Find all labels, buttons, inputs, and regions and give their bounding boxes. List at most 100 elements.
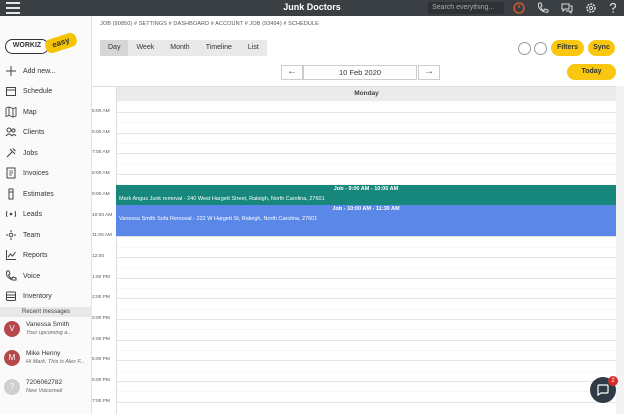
sidebar-item-invoices[interactable]: Invoices xyxy=(0,164,92,182)
hour-gridline xyxy=(117,132,617,134)
prev-date-button[interactable]: ← xyxy=(281,65,303,80)
breadcrumb[interactable]: JOB (90850) # SETTINGS # DASHBOARD # ACC… xyxy=(100,21,319,27)
reports-icon xyxy=(6,250,16,260)
calendar-icon xyxy=(6,87,16,96)
sidebar-item-label: Estimates xyxy=(23,190,54,198)
calendar-grid[interactable] xyxy=(116,101,617,414)
time-label: 4:00 PM xyxy=(92,336,110,342)
sidebar-item-inventory[interactable]: Inventory xyxy=(0,287,92,305)
phone-icon xyxy=(6,270,17,281)
half-hour-gridline xyxy=(117,246,617,248)
tab-day[interactable]: Day xyxy=(100,40,129,56)
sidebar-item-clients[interactable]: Clients xyxy=(0,123,92,141)
event-description: Vanessa Smith Sofa Removal - 222 W Harge… xyxy=(119,216,318,222)
invoice-icon xyxy=(6,167,16,179)
half-hour-gridline xyxy=(117,267,617,269)
tab-list[interactable]: List xyxy=(240,40,267,56)
estimate-icon xyxy=(8,188,14,200)
half-hour-gridline xyxy=(117,101,617,103)
time-label: 5:00 AM xyxy=(92,109,110,114)
sidebar-item-jobs[interactable]: Jobs xyxy=(0,144,92,162)
time-column: 5:00 AM 6:00 AM 7:00 AM 8:00 AM 9:00 AM 10:00… xyxy=(92,101,116,414)
day-header: Monday xyxy=(116,87,616,101)
sidebar-item-label: Invoices xyxy=(23,169,49,177)
leads-icon xyxy=(6,210,16,218)
time-label: 3:00 PM xyxy=(92,316,110,321)
avatar: V xyxy=(4,321,20,337)
sidebar-item-leads[interactable]: Leads xyxy=(0,205,92,223)
message-preview: Your upcoming a... xyxy=(26,330,72,336)
message-sender: Vanessa Smith xyxy=(26,321,70,328)
calendar-event[interactable]: Job - 9:00 AM - 10:00 AM Mark Angus Junk… xyxy=(116,185,616,205)
half-hour-gridline xyxy=(117,143,617,145)
logo-text: WORKIZ xyxy=(5,39,49,54)
today-button[interactable]: Today xyxy=(567,64,616,80)
filters-button[interactable]: Filters xyxy=(551,40,584,56)
current-date[interactable]: 10 Feb 2020 xyxy=(303,65,417,80)
hour-gridline xyxy=(117,360,617,362)
calendar-toggle-icon[interactable] xyxy=(534,42,547,55)
message-item[interactable]: ? 7206062782 New Voicemail xyxy=(4,376,92,402)
hour-gridline xyxy=(117,339,617,341)
message-sender: Mike Henny xyxy=(26,350,61,357)
hour-gridline xyxy=(117,256,617,258)
timer-icon[interactable] xyxy=(513,2,525,14)
settings-gear-icon[interactable] xyxy=(585,2,597,14)
search-input[interactable]: Search everything... xyxy=(428,2,504,14)
tab-timeline[interactable]: Timeline xyxy=(198,40,240,56)
chat-icon xyxy=(597,384,609,396)
time-label: 12:00 xyxy=(92,253,105,259)
sync-button[interactable]: Sync xyxy=(588,40,615,56)
sidebar-item-schedule[interactable]: Schedule xyxy=(0,82,92,100)
sidebar-item-reports[interactable]: Reports xyxy=(0,246,92,264)
message-sender: 7206062782 xyxy=(26,379,63,386)
half-hour-gridline xyxy=(117,163,617,165)
message-preview: New Voicemail xyxy=(26,388,63,394)
time-label: 10:00 AM xyxy=(92,212,113,218)
time-label: 8:00 AM xyxy=(92,171,110,177)
half-hour-gridline xyxy=(117,370,617,372)
sidebar-item-voice[interactable]: Voice xyxy=(0,267,92,285)
map-icon xyxy=(5,106,17,118)
sidebar-item-add-new[interactable]: Add new... xyxy=(0,62,92,80)
tab-month[interactable]: Month xyxy=(162,40,197,56)
day-calendar: Monday 5:00 AM 6:00 AM 7:00 AM 8:00 AM 9:00 … xyxy=(92,86,617,414)
calendar-scrollbar[interactable] xyxy=(616,86,624,414)
tools-icon xyxy=(6,148,16,158)
workiz-logo[interactable]: WORKIZ easy xyxy=(5,31,79,56)
sidebar-item-map[interactable]: Map xyxy=(0,103,92,121)
next-date-button[interactable]: → xyxy=(418,65,440,80)
tab-week[interactable]: Week xyxy=(128,40,162,56)
message-preview: Hi Mark. This is Alex F... xyxy=(26,359,85,365)
hour-gridline xyxy=(117,401,617,403)
time-label: 6:00 AM xyxy=(92,129,110,135)
hour-gridline xyxy=(117,112,617,113)
top-bar: Junk Doctors Search everything... xyxy=(0,0,624,16)
help-icon[interactable] xyxy=(607,2,619,14)
message-item[interactable]: V Vanessa Smith Your upcoming a... xyxy=(4,318,92,344)
view-tabs: Day Week Month Timeline List xyxy=(100,40,267,56)
event-title: Job - 10:00 AM - 11:30 AM xyxy=(332,206,400,212)
sidebar-item-team[interactable]: Team xyxy=(0,226,92,244)
hour-gridline xyxy=(117,153,617,155)
sidebar-item-label: Add new... xyxy=(23,67,56,75)
sidebar-item-estimates[interactable]: Estimates xyxy=(0,185,92,203)
chat-bubbles-icon[interactable] xyxy=(561,2,573,14)
sidebar-item-label: Schedule xyxy=(23,87,53,95)
sidebar-item-label: Leads xyxy=(23,210,43,218)
phone-icon[interactable] xyxy=(537,2,549,14)
recent-messages-header: Recent messages xyxy=(0,307,92,317)
clients-icon xyxy=(5,127,17,137)
calendar-event[interactable]: Job - 10:00 AM - 11:30 AM Vanessa Smith … xyxy=(116,205,616,236)
hour-gridline xyxy=(117,319,617,320)
time-label: 2:00 PM xyxy=(92,295,110,301)
time-label: 6:00 PM xyxy=(92,378,110,384)
message-item[interactable]: M Mike Henny Hi Mark. This is Alex F... xyxy=(4,347,92,373)
hour-gridline xyxy=(117,277,617,279)
half-hour-gridline xyxy=(117,350,617,352)
company-title: Junk Doctors xyxy=(283,2,341,12)
print-icon[interactable] xyxy=(518,42,531,55)
sidebar-item-label: Voice xyxy=(23,272,41,280)
time-label: 9:00 AM xyxy=(92,191,110,197)
time-label: 7:00 AM xyxy=(92,150,110,156)
